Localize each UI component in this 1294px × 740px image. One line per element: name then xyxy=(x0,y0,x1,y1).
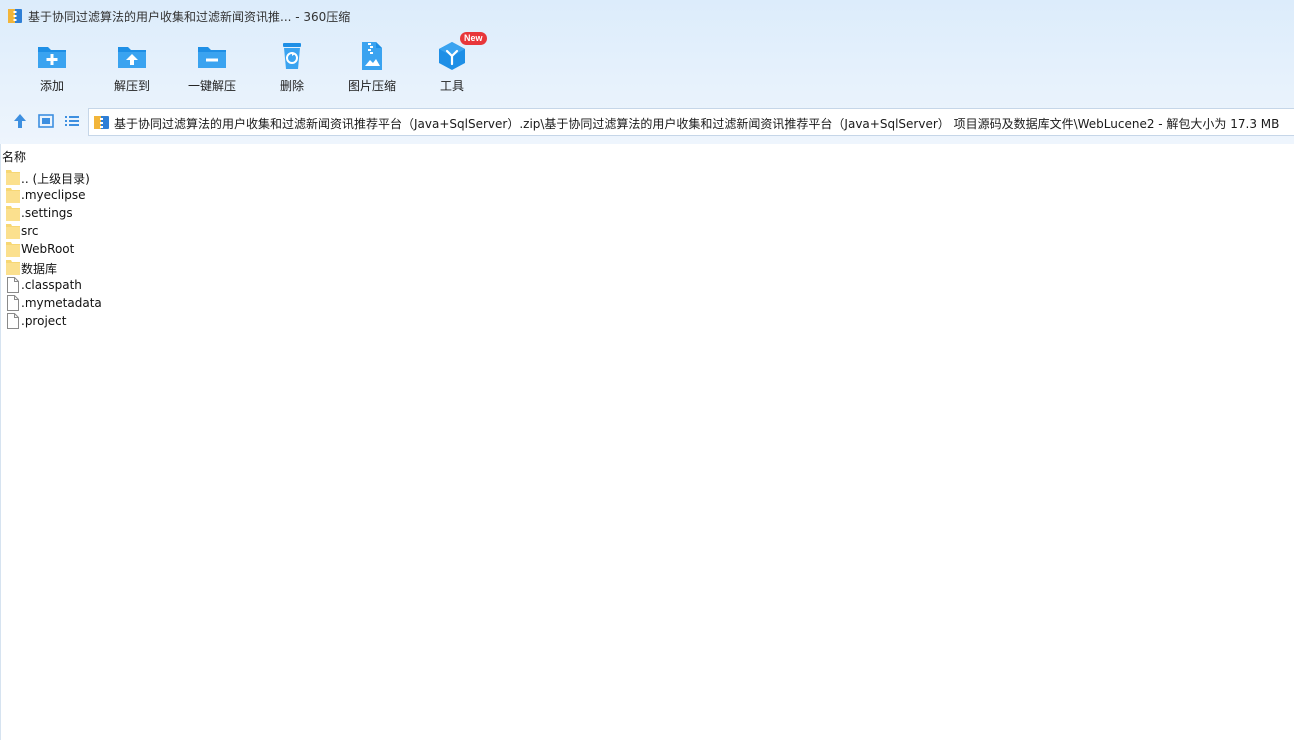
list-view-icon[interactable] xyxy=(63,112,81,130)
list-item-parent-directory[interactable]: .. (上级目录) xyxy=(5,168,405,186)
address-bar[interactable]: 基于协同过滤算法的用户收集和过滤新闻资讯推荐平台（Java+SqlServer）… xyxy=(88,108,1294,136)
item-name: 数据库 xyxy=(21,262,58,276)
delete-button[interactable]: 删除 xyxy=(256,38,328,96)
item-name: .mymetadata xyxy=(21,296,102,310)
list-item-project[interactable]: .project xyxy=(5,312,405,330)
item-name: .settings xyxy=(21,206,73,220)
thumbnail-view-icon[interactable] xyxy=(37,112,55,130)
item-name: WebRoot xyxy=(21,242,75,256)
file-icon xyxy=(7,277,19,293)
image-compress-button[interactable]: 图片压缩 xyxy=(336,38,408,96)
file-list: 名称 .. (上级目录) .myeclipse .settings src We… xyxy=(0,144,1294,740)
list-item-mymetadata[interactable]: .mymetadata xyxy=(5,294,405,312)
list-item-settings[interactable]: .settings xyxy=(5,204,405,222)
list-item-classpath[interactable]: .classpath xyxy=(5,276,405,294)
tools-label: 工具 xyxy=(439,79,464,93)
top-area: 基于协同过滤算法的用户收集和过滤新闻资讯推... - 360压缩 添加 解压到 … xyxy=(0,0,1294,144)
list-item-src[interactable]: src xyxy=(5,222,405,240)
folder-icon xyxy=(6,224,20,239)
list-item-webroot[interactable]: WebRoot xyxy=(5,240,405,258)
file-icon xyxy=(7,313,19,329)
tools-button[interactable]: New 工具 xyxy=(416,32,488,96)
item-name: .classpath xyxy=(21,278,82,292)
folder-icon xyxy=(6,188,20,203)
folder-icon xyxy=(6,206,20,221)
archive-icon xyxy=(94,116,109,129)
extract-to-label: 解压到 xyxy=(113,79,150,93)
item-name: .. (上级目录) xyxy=(21,172,90,186)
extract-folder-icon xyxy=(118,47,146,68)
archive-path: 基于协同过滤算法的用户收集和过滤新闻资讯推荐平台（Java+SqlServer）… xyxy=(114,117,1280,131)
folder-icon xyxy=(6,170,20,185)
window-title: 基于协同过滤算法的用户收集和过滤新闻资讯推... - 360压缩 xyxy=(28,10,351,24)
title-bar: 基于协同过滤算法的用户收集和过滤新闻资讯推... - 360压缩 xyxy=(0,0,1294,32)
one-click-extract-icon xyxy=(198,47,226,68)
one-click-extract-button[interactable]: 一键解压 xyxy=(176,38,248,96)
image-zip-icon xyxy=(362,42,382,70)
archive-app-icon xyxy=(8,9,22,23)
recycle-bin-icon xyxy=(283,43,301,69)
list-item-myeclipse[interactable]: .myeclipse xyxy=(5,186,405,204)
add-button[interactable]: 添加 xyxy=(16,38,88,96)
delete-label: 删除 xyxy=(279,79,304,93)
up-arrow-icon[interactable] xyxy=(11,112,29,130)
list-item-database[interactable]: 数据库 xyxy=(5,258,405,276)
folder-icon xyxy=(6,242,20,257)
tools-cube-icon xyxy=(439,42,465,70)
add-label: 添加 xyxy=(39,79,64,93)
item-name: src xyxy=(21,224,39,238)
item-name: .myeclipse xyxy=(21,188,86,202)
folder-icon xyxy=(6,260,20,275)
column-header-name[interactable]: 名称 xyxy=(2,148,26,165)
item-name: .project xyxy=(21,314,67,328)
one-click-extract-label: 一键解压 xyxy=(187,79,236,93)
file-icon xyxy=(7,295,19,311)
extract-to-button[interactable]: 解压到 xyxy=(96,38,168,96)
add-folder-icon xyxy=(38,47,66,68)
image-compress-label: 图片压缩 xyxy=(347,79,396,93)
new-badge: New xyxy=(460,32,487,45)
